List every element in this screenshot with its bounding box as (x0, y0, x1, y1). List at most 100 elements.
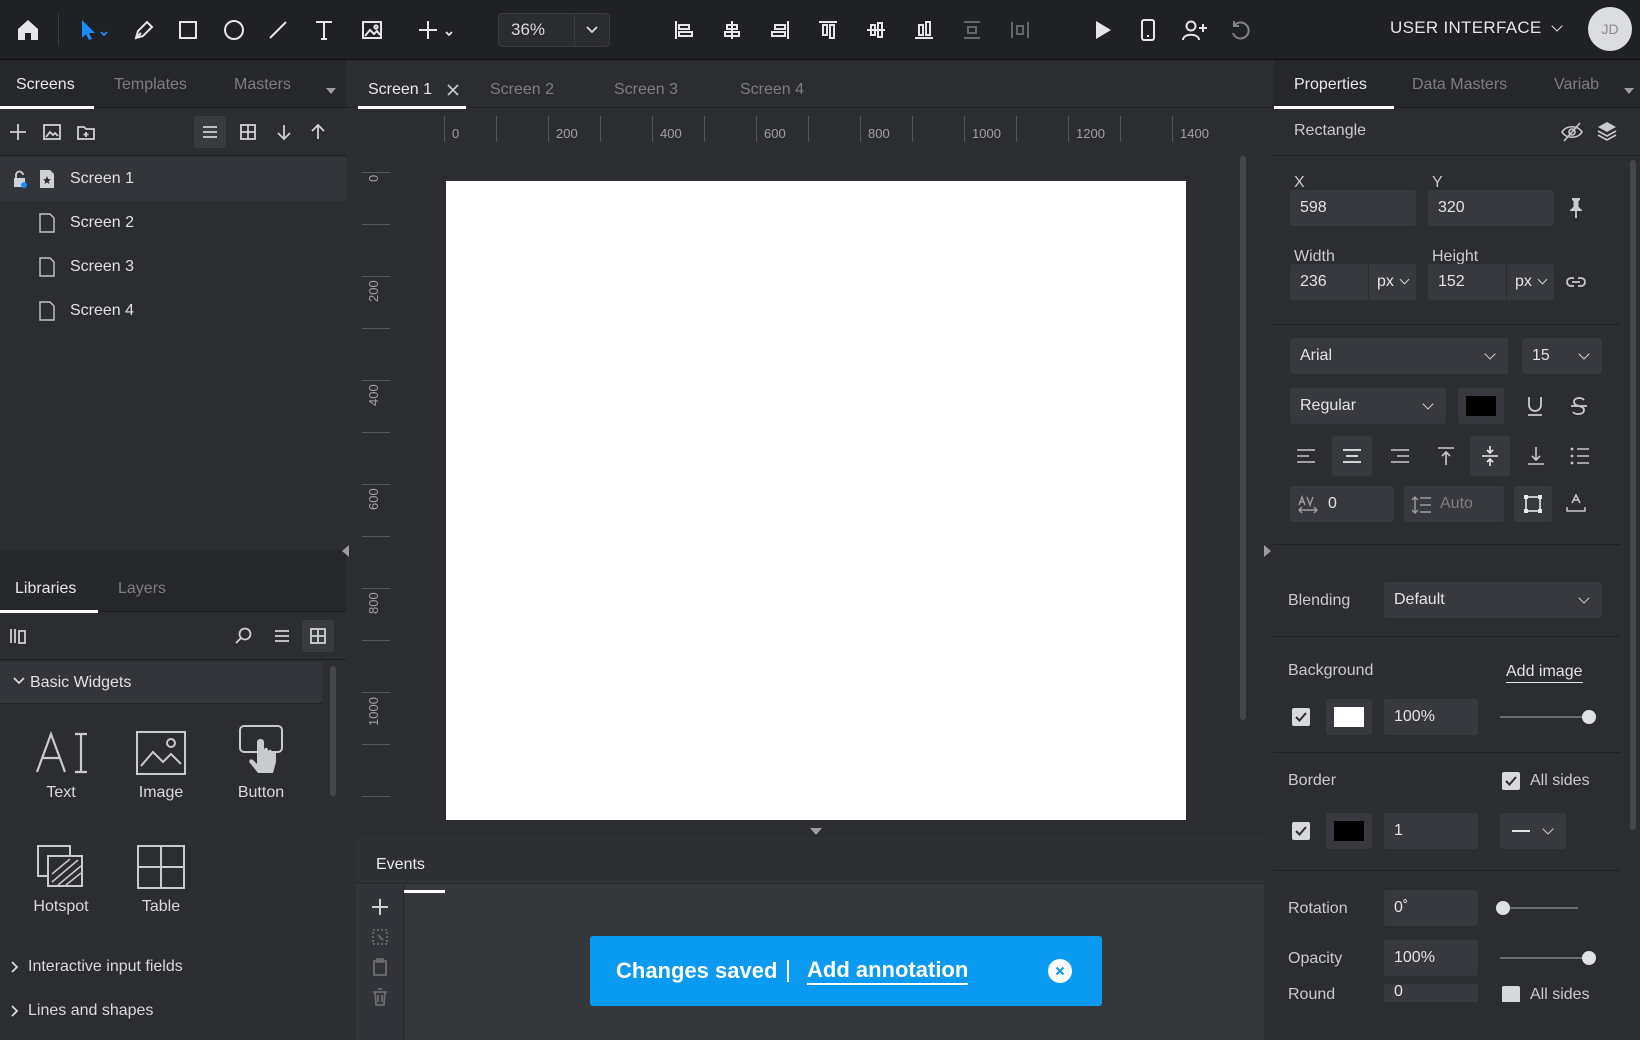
opacity-slider[interactable] (1500, 957, 1588, 959)
add-annotation-link[interactable]: Add annotation (807, 957, 969, 985)
valign-top-icon[interactable] (1434, 444, 1458, 468)
tab-libraries[interactable]: Libraries (0, 564, 98, 613)
tab-screen-2[interactable]: Screen 2 (490, 72, 554, 108)
text-align-right-icon[interactable] (1388, 444, 1412, 468)
canvas-scrollbar[interactable] (1240, 156, 1246, 720)
border-style-select[interactable] (1500, 813, 1566, 849)
hide-icon[interactable] (1560, 121, 1584, 143)
tab-masters[interactable]: Masters (234, 60, 291, 108)
valign-middle-icon[interactable] (1470, 436, 1510, 476)
round-all-sides-checkbox[interactable] (1502, 986, 1520, 1002)
section-lines-and-shapes[interactable]: Lines and shapes (10, 1002, 153, 1020)
chevron-down-icon[interactable] (326, 88, 336, 94)
device-preview-icon[interactable] (1128, 10, 1168, 50)
border-width-input[interactable]: 1 (1384, 813, 1478, 849)
arrow-up-icon[interactable] (304, 118, 332, 146)
border-all-sides-checkbox[interactable] (1502, 772, 1520, 790)
pin-icon[interactable] (1566, 196, 1586, 220)
opacity-input[interactable]: 100% (1384, 940, 1478, 976)
width-unit-select[interactable]: px (1368, 264, 1416, 300)
border-color-picker[interactable] (1326, 813, 1372, 849)
project-name-menu[interactable]: USER INTERFACE (1390, 18, 1563, 38)
round-input[interactable]: 0 (1384, 984, 1478, 1002)
text-baseline-icon[interactable] (1564, 492, 1588, 514)
align-center-horizontal-icon[interactable] (712, 10, 752, 50)
background-checkbox[interactable] (1292, 708, 1310, 726)
text-align-center-icon[interactable] (1332, 436, 1372, 476)
close-icon[interactable] (446, 83, 460, 97)
collapse-right-icon[interactable] (1264, 545, 1271, 557)
screen-list-item[interactable]: Screen 3 (0, 245, 346, 289)
chevron-down-icon[interactable] (575, 14, 609, 46)
add-element-icon[interactable] (410, 10, 466, 50)
tab-properties[interactable]: Properties (1274, 60, 1394, 109)
background-opacity-input[interactable]: 100% (1384, 699, 1478, 735)
widget-table[interactable]: Table (116, 830, 206, 916)
pen-tool-icon[interactable] (124, 10, 164, 50)
x-input[interactable]: 598 (1290, 190, 1416, 226)
tab-screens[interactable]: Screens (0, 60, 94, 109)
font-style-select[interactable]: Regular (1290, 388, 1446, 424)
align-top-icon[interactable] (808, 10, 848, 50)
widget-image[interactable]: Image (116, 716, 206, 802)
valign-bottom-icon[interactable] (1524, 444, 1548, 468)
text-align-left-icon[interactable] (1294, 444, 1318, 468)
bullet-list-icon[interactable] (1568, 444, 1592, 468)
ellipse-tool-icon[interactable] (214, 10, 254, 50)
strikethrough-icon[interactable] (1568, 394, 1590, 418)
text-color-picker[interactable] (1458, 388, 1504, 424)
screen-canvas[interactable] (446, 181, 1186, 820)
properties-scrollbar[interactable] (1630, 160, 1636, 830)
widget-text[interactable]: Text (16, 716, 106, 802)
height-input[interactable]: 152 px (1428, 264, 1554, 300)
line-tool-icon[interactable] (258, 10, 298, 50)
list-view-icon[interactable] (194, 116, 226, 148)
tab-variables[interactable]: Variab (1554, 60, 1599, 108)
background-opacity-slider[interactable] (1500, 716, 1588, 718)
underline-icon[interactable] (1524, 394, 1546, 418)
library-icon[interactable] (4, 622, 32, 650)
tab-data-masters[interactable]: Data Masters (1412, 60, 1507, 108)
align-left-icon[interactable] (664, 10, 704, 50)
add-user-icon[interactable] (1174, 10, 1214, 50)
tab-screen-1[interactable]: Screen 1 (358, 72, 466, 109)
font-size-select[interactable]: 15 (1522, 338, 1602, 374)
slider-knob[interactable] (1496, 901, 1510, 915)
tab-templates[interactable]: Templates (114, 60, 187, 108)
screen-list-item[interactable]: Screen 1 (0, 157, 346, 201)
undo-icon[interactable] (1220, 10, 1260, 50)
tab-screen-3[interactable]: Screen 3 (614, 72, 678, 108)
height-unit-select[interactable]: px (1506, 264, 1554, 300)
avatar[interactable]: JD (1588, 7, 1632, 51)
link-proportions-icon[interactable] (1564, 272, 1588, 292)
section-basic-widgets[interactable]: Basic Widgets (0, 662, 322, 704)
tab-layers[interactable]: Layers (118, 564, 166, 612)
slider-knob[interactable] (1582, 710, 1596, 724)
screen-list-item[interactable]: Screen 4 (0, 289, 346, 333)
align-middle-vertical-icon[interactable] (856, 10, 896, 50)
tab-screen-4[interactable]: Screen 4 (740, 72, 804, 108)
widget-button[interactable]: Button (216, 716, 306, 802)
screen-list-item[interactable]: Screen 2 (0, 201, 346, 245)
add-screen-icon[interactable] (4, 118, 32, 146)
select-tool-icon[interactable] (70, 10, 118, 50)
arrow-down-icon[interactable] (270, 118, 298, 146)
image-tool-icon[interactable] (352, 10, 392, 50)
border-checkbox[interactable] (1292, 822, 1310, 840)
lock-icon[interactable] (12, 170, 28, 188)
rotation-input[interactable]: 0˚ (1384, 890, 1478, 926)
add-image-link[interactable]: Add image (1506, 662, 1583, 683)
slider-knob[interactable] (1582, 951, 1596, 965)
y-input[interactable]: 320 (1428, 190, 1554, 226)
section-interactive-input-fields[interactable]: Interactive input fields (10, 958, 183, 976)
tab-events[interactable]: Events (356, 838, 445, 893)
align-bottom-icon[interactable] (904, 10, 944, 50)
play-icon[interactable] (1082, 10, 1122, 50)
collapse-events-icon[interactable] (810, 828, 822, 835)
rotation-slider[interactable] (1500, 907, 1578, 909)
rectangle-tool-icon[interactable] (168, 10, 208, 50)
add-folder-icon[interactable] (72, 118, 100, 146)
grid-view-icon[interactable] (302, 620, 334, 652)
width-input[interactable]: 236 px (1290, 264, 1416, 300)
panel-splitter[interactable] (0, 550, 346, 564)
